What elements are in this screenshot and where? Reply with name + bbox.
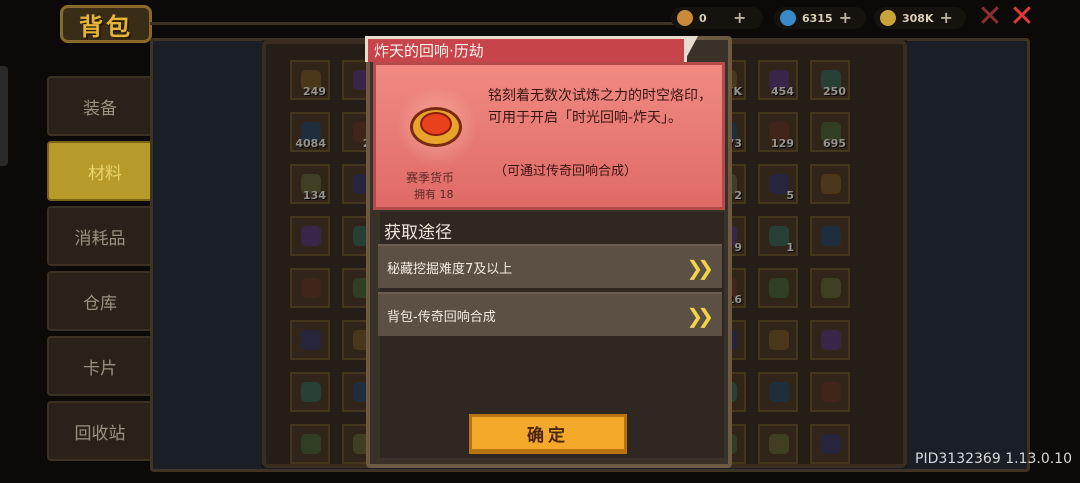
item-card: 赛季货币 拥有 18 铭刻着无数次试炼之力的时空烙印，可用于开启「时光回响-炸天… [373,62,725,210]
tab-recycle-label: 回收站 [74,423,126,444]
source-dungeon[interactable]: 秘藏挖掘难度7及以上 ❯❯ [378,244,722,288]
add-gem-button[interactable]: + [839,10,852,26]
tab-recycle[interactable]: 回收站 [47,401,153,461]
page-title-text: 背包 [79,12,133,41]
topbar-divider [150,22,710,25]
gem-icon [780,10,796,26]
tab-cards[interactable]: 卡片 [47,336,153,396]
tab-consumables[interactable]: 消耗品 [47,206,153,266]
close-icon[interactable]: ✕ [1008,2,1036,32]
source-synthesis[interactable]: 背包-传奇回响合成 ❯❯ [378,292,722,336]
add-coin-button[interactable]: + [940,10,953,26]
double-chevron-right-icon: ❯❯ [686,256,713,280]
item-note: （可通过传奇回响合成） [494,164,638,179]
confirm-button[interactable]: 确定 [469,414,627,454]
currency-pouch: 0 + [671,7,763,29]
sources-title: 获取途径 [384,223,452,243]
tab-cards-label: 卡片 [83,358,117,379]
modal-title-tail [684,36,698,62]
close-icon-secondary[interactable]: ✕ [976,2,1004,32]
page-title: 背包 [60,5,152,43]
currency-coin-value: 308K [902,11,934,25]
season-coin-icon [396,85,478,167]
currency-gem-value: 6315 [802,11,833,25]
currency-pouch-value: 0 [699,11,707,25]
screen-notch [0,66,8,166]
version-label: PID3132369 1.13.0.10 [915,451,1072,467]
tab-equipment-label: 装备 [83,98,117,119]
tab-warehouse[interactable]: 仓库 [47,271,153,331]
tab-consumables-label: 消耗品 [74,228,126,249]
currency-coin: 308K + [874,7,966,29]
tab-warehouse-label: 仓库 [83,293,117,314]
tab-equipment[interactable]: 装备 [47,76,153,136]
currency-gem: 6315 + [774,7,866,29]
coin-core [420,112,452,136]
double-chevron-right-icon: ❯❯ [686,304,713,328]
tab-materials-label: 材料 [88,163,122,184]
modal-title: 炸天的回响·历劫 [365,36,687,62]
add-pouch-button[interactable]: + [733,10,746,26]
item-type: 赛季货币 [406,171,455,185]
source-synthesis-label: 背包-传奇回响合成 [387,309,496,325]
coin-icon [880,10,896,26]
tab-materials[interactable]: 材料 [47,141,163,201]
confirm-button-label: 确定 [527,425,569,446]
source-dungeon-label: 秘藏挖掘难度7及以上 [387,261,513,277]
pouch-icon [677,10,693,26]
item-description: 铭刻着无数次试炼之力的时空烙印，可用于开启「时光回响-炸天」。 [488,88,712,126]
item-owned: 拥有 18 [414,188,454,201]
